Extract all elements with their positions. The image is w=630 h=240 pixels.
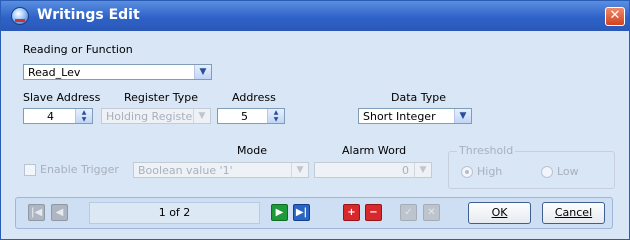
spin-arrows-icon[interactable]: ▲ ▼ (75, 109, 92, 123)
record-toolbar: |◀ ◀ 1 of 2 ▶ ▶| + − ✓ ✕ OK Cancel (15, 197, 613, 229)
alarm-word-combo[interactable]: 0 ▼ (314, 162, 432, 178)
data-type-combo[interactable]: Short Integer ▼ (358, 108, 472, 124)
address-spin[interactable]: 5 ▲ ▼ (217, 108, 285, 124)
app-icon (11, 7, 29, 25)
dialog-body: Reading or Function Read_Lev ▼ Slave Add… (1, 31, 629, 239)
first-record-button[interactable]: |◀ (28, 204, 45, 221)
mode-combo[interactable]: Boolean value '1' ▼ (133, 162, 309, 178)
threshold-title: Threshold (457, 144, 516, 157)
enable-trigger-label: Enable Trigger (40, 163, 119, 176)
chevron-down-icon[interactable]: ▼ (193, 109, 210, 123)
chevron-down-icon[interactable]: ▼ (291, 163, 308, 177)
cancel-label: Cancel (554, 206, 593, 219)
page-indicator: 1 of 2 (158, 206, 191, 219)
slave-address-value: 4 (47, 110, 54, 123)
threshold-high-radio[interactable] (461, 166, 473, 178)
add-button[interactable]: + (343, 204, 360, 221)
remove-icon: − (369, 207, 378, 218)
discard-button[interactable]: ✕ (423, 204, 440, 221)
cancel-button[interactable]: Cancel (542, 202, 605, 224)
enable-trigger-checkbox[interactable] (24, 164, 36, 176)
previous-record-icon: ◀ (55, 207, 64, 218)
title-bar: Writings Edit ✕ (1, 1, 629, 31)
chevron-down-icon[interactable]: ▼ (414, 163, 431, 177)
address-value: 5 (241, 110, 248, 123)
confirm-icon: ✓ (404, 207, 413, 218)
previous-record-button[interactable]: ◀ (51, 204, 68, 221)
reading-value: Read_Lev (28, 66, 81, 79)
chevron-down-icon[interactable]: ▼ (194, 65, 211, 79)
remove-button[interactable]: − (365, 204, 382, 221)
threshold-low-radio[interactable] (541, 166, 553, 178)
address-label: Address (232, 91, 276, 104)
reading-combo[interactable]: Read_Lev ▼ (23, 64, 212, 80)
confirm-button[interactable]: ✓ (400, 204, 417, 221)
alarm-word-label: Alarm Word (342, 144, 407, 157)
register-type-value: Holding Register (106, 110, 197, 123)
data-type-label: Data Type (391, 91, 447, 104)
next-record-icon: ▶ (275, 207, 284, 218)
spin-arrows-icon[interactable]: ▲ ▼ (267, 109, 284, 123)
add-icon: + (347, 207, 356, 218)
register-type-combo[interactable]: Holding Register ▼ (101, 108, 211, 124)
window-title: Writings Edit (37, 7, 140, 23)
writings-edit-dialog: Writings Edit ✕ Reading or Function Read… (0, 0, 630, 240)
record-pager: 1 of 2 (89, 202, 260, 224)
register-type-label: Register Type (124, 91, 199, 104)
close-icon: ✕ (609, 8, 621, 23)
last-record-icon: ▶| (295, 207, 308, 218)
chevron-down-icon[interactable]: ▼ (454, 109, 471, 123)
ok-label: OK (491, 206, 508, 219)
threshold-group: Threshold High Low (448, 144, 615, 189)
ok-button[interactable]: OK (468, 202, 531, 224)
first-record-icon: |◀ (30, 207, 43, 218)
discard-icon: ✕ (427, 207, 436, 218)
slave-address-spin[interactable]: 4 ▲ ▼ (23, 108, 93, 124)
mode-label: Mode (237, 144, 267, 157)
threshold-high-label: High (477, 165, 503, 178)
next-record-button[interactable]: ▶ (271, 204, 288, 221)
last-record-button[interactable]: ▶| (293, 204, 310, 221)
threshold-low-label: Low (557, 165, 579, 178)
data-type-value: Short Integer (363, 110, 436, 123)
slave-address-label: Slave Address (23, 91, 101, 104)
close-button[interactable]: ✕ (605, 7, 625, 26)
alarm-word-value: 0 (402, 164, 409, 177)
reading-label: Reading or Function (23, 43, 133, 56)
mode-value: Boolean value '1' (138, 164, 233, 177)
